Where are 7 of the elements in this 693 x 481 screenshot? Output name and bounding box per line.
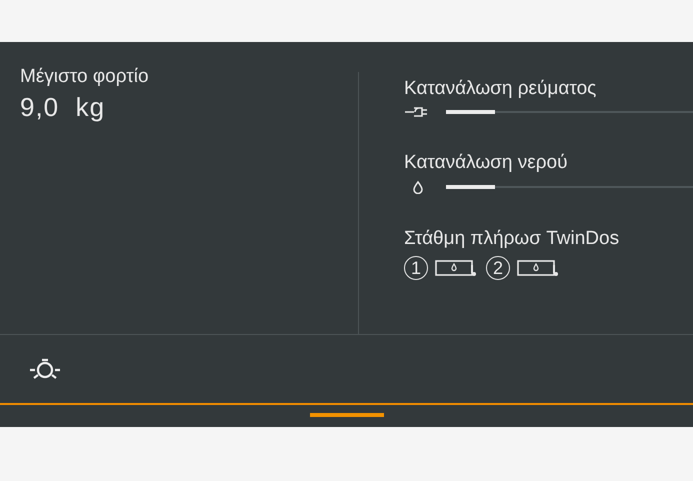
consumption-label: Κατανάλωση νερού bbox=[404, 152, 568, 174]
consumption-label: Κατανάλωση ρεύματος bbox=[404, 78, 598, 100]
max-load-value: 9,0 kg bbox=[20, 92, 106, 123]
container-number: 2 bbox=[486, 256, 510, 280]
twindos-label: Στάθμη πλήρωσ TwinDos bbox=[404, 228, 620, 250]
max-load-label: Μέγιστο φορτίο bbox=[20, 66, 150, 88]
container-number: 1 bbox=[404, 256, 428, 280]
